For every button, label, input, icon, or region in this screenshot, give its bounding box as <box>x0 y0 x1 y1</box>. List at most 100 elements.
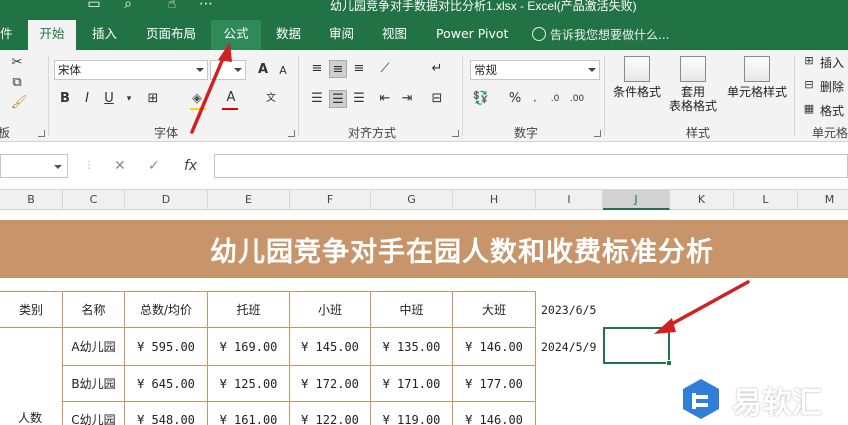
align-center-icon[interactable]: ☰ <box>329 90 347 108</box>
wrap-text-icon[interactable]: ↵ <box>428 60 446 78</box>
conditional-format-button[interactable]: 条件格式 <box>608 56 666 99</box>
tab-power-pivot[interactable]: Power Pivot <box>428 20 516 50</box>
align-top-icon[interactable]: ≡ <box>308 60 326 78</box>
row2-name[interactable]: B幼儿园 <box>63 366 125 402</box>
format-cells-button[interactable]: 格式 <box>820 102 844 119</box>
column-header-l[interactable]: L <box>734 190 798 210</box>
row1-tuo[interactable]: ¥ 169.00 <box>208 328 290 366</box>
tab-formulas[interactable]: 公式 <box>211 20 261 50</box>
more-icon[interactable]: ⋯ <box>196 0 216 14</box>
column-header-d[interactable]: D <box>125 190 208 210</box>
tab-review[interactable]: 审阅 <box>321 20 362 50</box>
tab-page-layout[interactable]: 页面布局 <box>138 20 204 50</box>
grow-font-icon[interactable]: A <box>254 61 272 79</box>
alignment-launcher-icon[interactable] <box>452 130 459 137</box>
delete-cells-icon[interactable]: ⊟ <box>800 76 818 94</box>
align-bottom-icon[interactable]: ≡ <box>350 60 368 78</box>
column-header-c[interactable]: C <box>63 190 125 210</box>
increase-decimal-icon[interactable]: .0 <box>546 90 564 108</box>
row1-xiao[interactable]: ¥ 145.00 <box>290 328 371 366</box>
tab-view[interactable]: 视图 <box>374 20 415 50</box>
header-total[interactable]: 总数/均价 <box>125 292 208 328</box>
align-right-icon[interactable]: ☰ <box>350 90 368 108</box>
percent-icon[interactable]: % <box>506 90 524 108</box>
row2-total[interactable]: ¥ 645.00 <box>125 366 208 402</box>
column-header-b[interactable]: B <box>0 190 63 210</box>
tab-home[interactable]: 开始 <box>28 20 76 50</box>
format-as-table-button[interactable]: 套用 表格格式 <box>662 56 724 113</box>
header-category[interactable]: 类别 <box>0 292 63 328</box>
row3-zhong[interactable]: ¥ 119.00 <box>371 402 453 425</box>
font-name-select[interactable]: 宋体 <box>54 60 208 80</box>
category-cell[interactable]: 人数 <box>0 328 63 425</box>
row3-name[interactable]: C幼儿园 <box>63 402 125 425</box>
cell-styles-button[interactable]: 单元格样式 <box>722 56 792 99</box>
column-header-e[interactable]: E <box>208 190 290 210</box>
column-header-g[interactable]: G <box>371 190 453 210</box>
date-cell-2[interactable]: 2024/5/9 <box>541 328 603 366</box>
increase-indent-icon[interactable]: ⇥ <box>398 90 416 108</box>
row2-xiao[interactable]: ¥ 172.00 <box>290 366 371 402</box>
title-banner[interactable]: 幼儿园竞争对手在园人数和收费标准分析 <box>0 220 848 278</box>
column-header-m[interactable]: M <box>798 190 848 210</box>
row3-tuo[interactable]: ¥ 161.00 <box>208 402 290 425</box>
align-middle-icon[interactable]: ≡ <box>329 60 347 78</box>
font-launcher-icon[interactable] <box>288 130 295 137</box>
cancel-icon[interactable]: ✕ <box>114 154 126 178</box>
format-cells-icon[interactable]: ▦ <box>800 100 818 118</box>
format-painter-icon[interactable]: 🖌 <box>10 94 28 112</box>
font-size-select[interactable] <box>210 60 246 80</box>
header-zhong[interactable]: 中班 <box>371 292 453 328</box>
row2-tuo[interactable]: ¥ 125.00 <box>208 366 290 402</box>
phonetic-icon[interactable]: 文 <box>262 90 280 108</box>
enter-icon[interactable]: ✓ <box>148 154 160 178</box>
decrease-decimal-icon[interactable]: .00 <box>568 90 586 108</box>
tell-me-box[interactable]: 告诉我您想要做什么... <box>532 26 669 43</box>
number-launcher-icon[interactable] <box>594 130 601 137</box>
column-header-i[interactable]: I <box>536 190 603 210</box>
touch-mode-icon[interactable]: ☝ <box>162 0 182 14</box>
row3-total[interactable]: ¥ 548.00 <box>125 402 208 425</box>
row1-total[interactable]: ¥ 595.00 <box>125 328 208 366</box>
align-left-icon[interactable]: ☰ <box>308 90 326 108</box>
underline-icon[interactable]: U <box>100 90 118 108</box>
decrease-indent-icon[interactable]: ⇤ <box>376 90 394 108</box>
cut-icon[interactable]: ✂ <box>8 54 26 72</box>
column-header-j[interactable]: J <box>603 190 670 210</box>
fill-handle[interactable] <box>666 360 672 366</box>
row2-da[interactable]: ¥ 177.00 <box>453 366 536 402</box>
column-header-f[interactable]: F <box>290 190 371 210</box>
clipboard-launcher-icon[interactable] <box>38 130 45 137</box>
border-icon[interactable]: ⊞ <box>144 90 162 108</box>
header-da[interactable]: 大班 <box>453 292 536 328</box>
comma-style-icon[interactable]: , <box>526 90 544 108</box>
row3-xiao[interactable]: ¥ 122.00 <box>290 402 371 425</box>
underline-dropdown-icon[interactable]: ▾ <box>120 90 138 108</box>
column-header-h[interactable]: H <box>453 190 536 210</box>
save-icon[interactable]: ▭ <box>84 0 104 14</box>
selected-cell-j[interactable] <box>603 327 672 366</box>
date-cell-1[interactable]: 2023/6/5 <box>541 292 603 328</box>
number-format-select[interactable]: 常规 <box>470 60 600 80</box>
accounting-format-icon[interactable]: 💱 <box>472 90 490 108</box>
shrink-font-icon[interactable]: A <box>274 62 292 80</box>
copy-icon[interactable]: ⧉ <box>8 74 26 92</box>
name-box[interactable] <box>0 154 68 178</box>
bold-icon[interactable]: B <box>56 90 74 108</box>
merge-center-icon[interactable]: ⊟ <box>428 90 446 108</box>
column-header-k[interactable]: K <box>670 190 734 210</box>
tab-file[interactable]: 件 <box>0 20 21 50</box>
header-xiao[interactable]: 小班 <box>290 292 371 328</box>
row1-da[interactable]: ¥ 146.00 <box>453 328 536 366</box>
delete-cells-button[interactable]: 删除 <box>820 78 844 95</box>
header-name[interactable]: 名称 <box>63 292 125 328</box>
tab-data[interactable]: 数据 <box>268 20 309 50</box>
tab-insert[interactable]: 插入 <box>84 20 125 50</box>
italic-icon[interactable]: I <box>78 90 96 108</box>
insert-cells-button[interactable]: 插入 <box>820 54 844 71</box>
row1-zhong[interactable]: ¥ 135.00 <box>371 328 453 366</box>
row3-da[interactable]: ¥ 146.00 <box>453 402 536 425</box>
preview-icon[interactable]: ⌕ <box>118 0 138 14</box>
formula-input[interactable] <box>214 154 848 178</box>
fill-color-icon[interactable]: ◈ <box>188 90 206 108</box>
